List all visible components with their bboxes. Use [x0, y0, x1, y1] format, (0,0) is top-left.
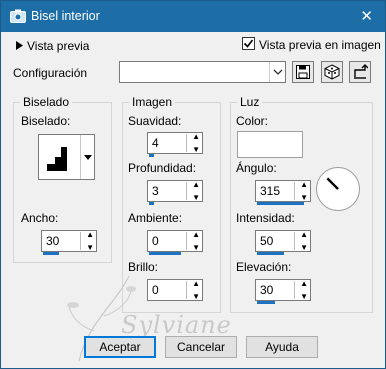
spin-up-icon[interactable]: ▲ [300, 230, 308, 239]
ambient-value: 0 [152, 234, 159, 248]
reset-button[interactable] [349, 61, 371, 83]
angle-dial-icon [326, 177, 339, 190]
ambient-spinner[interactable]: 0 ▲ ▼ [147, 230, 203, 255]
bevel-shape-icon [47, 147, 67, 171]
angle-spinner[interactable]: 315 ▲ ▼ [255, 180, 311, 205]
spin-up-icon[interactable]: ▲ [300, 180, 308, 189]
cancel-button[interactable]: Cancelar [165, 336, 237, 358]
spin-down-icon[interactable]: ▼ [300, 292, 308, 301]
spin-up-icon[interactable]: ▲ [86, 230, 94, 239]
window-title: Bisel interior [31, 9, 100, 23]
light-group-title: Luz [237, 95, 263, 109]
smoothness-level-bar [149, 154, 154, 157]
width-label: Ancho: [21, 211, 59, 225]
angle-value: 315 [260, 184, 281, 198]
reset-icon [354, 64, 368, 79]
chevron-down-icon [273, 69, 283, 75]
title-bar: Bisel interior ✕ [1, 1, 385, 32]
spin-down-icon[interactable]: ▼ [300, 193, 308, 202]
elevation-level-bar [257, 301, 275, 304]
intensity-value: 50 [260, 234, 274, 248]
smoothness-spinner[interactable]: 4 ▲ ▼ [147, 132, 203, 157]
depth-level-bar [149, 202, 154, 205]
depth-label: Profundidad: [128, 161, 197, 175]
close-icon[interactable]: ✕ [360, 7, 373, 25]
triangle-right-icon [16, 41, 23, 50]
save-preset-button[interactable] [292, 61, 314, 83]
preview-on-image-checkbox[interactable] [242, 37, 255, 50]
spin-up-icon[interactable]: ▲ [300, 279, 308, 288]
angle-level-bar [257, 202, 304, 205]
smoothness-value: 4 [152, 136, 159, 150]
camera-icon [10, 9, 26, 23]
watermark-text: Sylviane [121, 311, 232, 339]
preview-toggle-label: Vista previa [27, 39, 90, 53]
cube-icon [324, 64, 340, 80]
checkbox-check-icon [243, 39, 254, 48]
spin-up-icon[interactable]: ▲ [192, 230, 200, 239]
spin-up-icon[interactable]: ▲ [192, 132, 200, 141]
config-select[interactable] [119, 61, 286, 83]
ok-button[interactable]: Aceptar [84, 336, 156, 358]
spin-down-icon[interactable]: ▼ [192, 145, 200, 154]
angle-label: Ángulo: [236, 161, 277, 175]
chevron-down-icon [84, 155, 92, 160]
save-icon [296, 65, 310, 79]
width-level-bar [43, 252, 59, 255]
config-label: Configuración [13, 66, 88, 80]
depth-spinner[interactable]: 3 ▲ ▼ [147, 180, 203, 205]
angle-dial[interactable] [316, 167, 360, 211]
bevel-shape-picker[interactable] [38, 134, 95, 180]
spin-down-icon[interactable]: ▼ [192, 243, 200, 252]
image-group-title: Imagen [129, 95, 176, 109]
intensity-spinner[interactable]: 50 ▲ ▼ [255, 230, 311, 255]
bevel-shape-label: Biselado: [21, 114, 71, 128]
elevation-value: 30 [260, 283, 274, 297]
ambient-level-bar [149, 252, 181, 255]
light-color-swatch[interactable] [237, 131, 303, 158]
width-spinner[interactable]: 30 ▲ ▼ [41, 230, 97, 255]
intensity-level-bar [257, 252, 284, 255]
intensity-label: Intensidad: [236, 211, 295, 225]
randomize-button[interactable] [321, 61, 343, 83]
dialog-window: Bisel interior ✕ Vista previa Vista prev… [0, 0, 386, 369]
ambient-label: Ambiente: [128, 211, 183, 225]
smoothness-label: Suavidad: [128, 114, 182, 128]
spin-down-icon[interactable]: ▼ [192, 193, 200, 202]
spin-down-icon[interactable]: ▼ [86, 243, 94, 252]
preview-on-image-label: Vista previa en imagen [259, 38, 381, 52]
width-value: 30 [46, 234, 60, 248]
depth-value: 3 [152, 184, 159, 198]
elevation-spinner[interactable]: 30 ▲ ▼ [255, 279, 311, 304]
spin-down-icon[interactable]: ▼ [300, 243, 308, 252]
bevel-group-title: Biselado [20, 95, 73, 109]
help-button[interactable]: Ayuda [246, 336, 318, 358]
spin-up-icon[interactable]: ▲ [192, 180, 200, 189]
color-label: Color: [236, 114, 269, 128]
